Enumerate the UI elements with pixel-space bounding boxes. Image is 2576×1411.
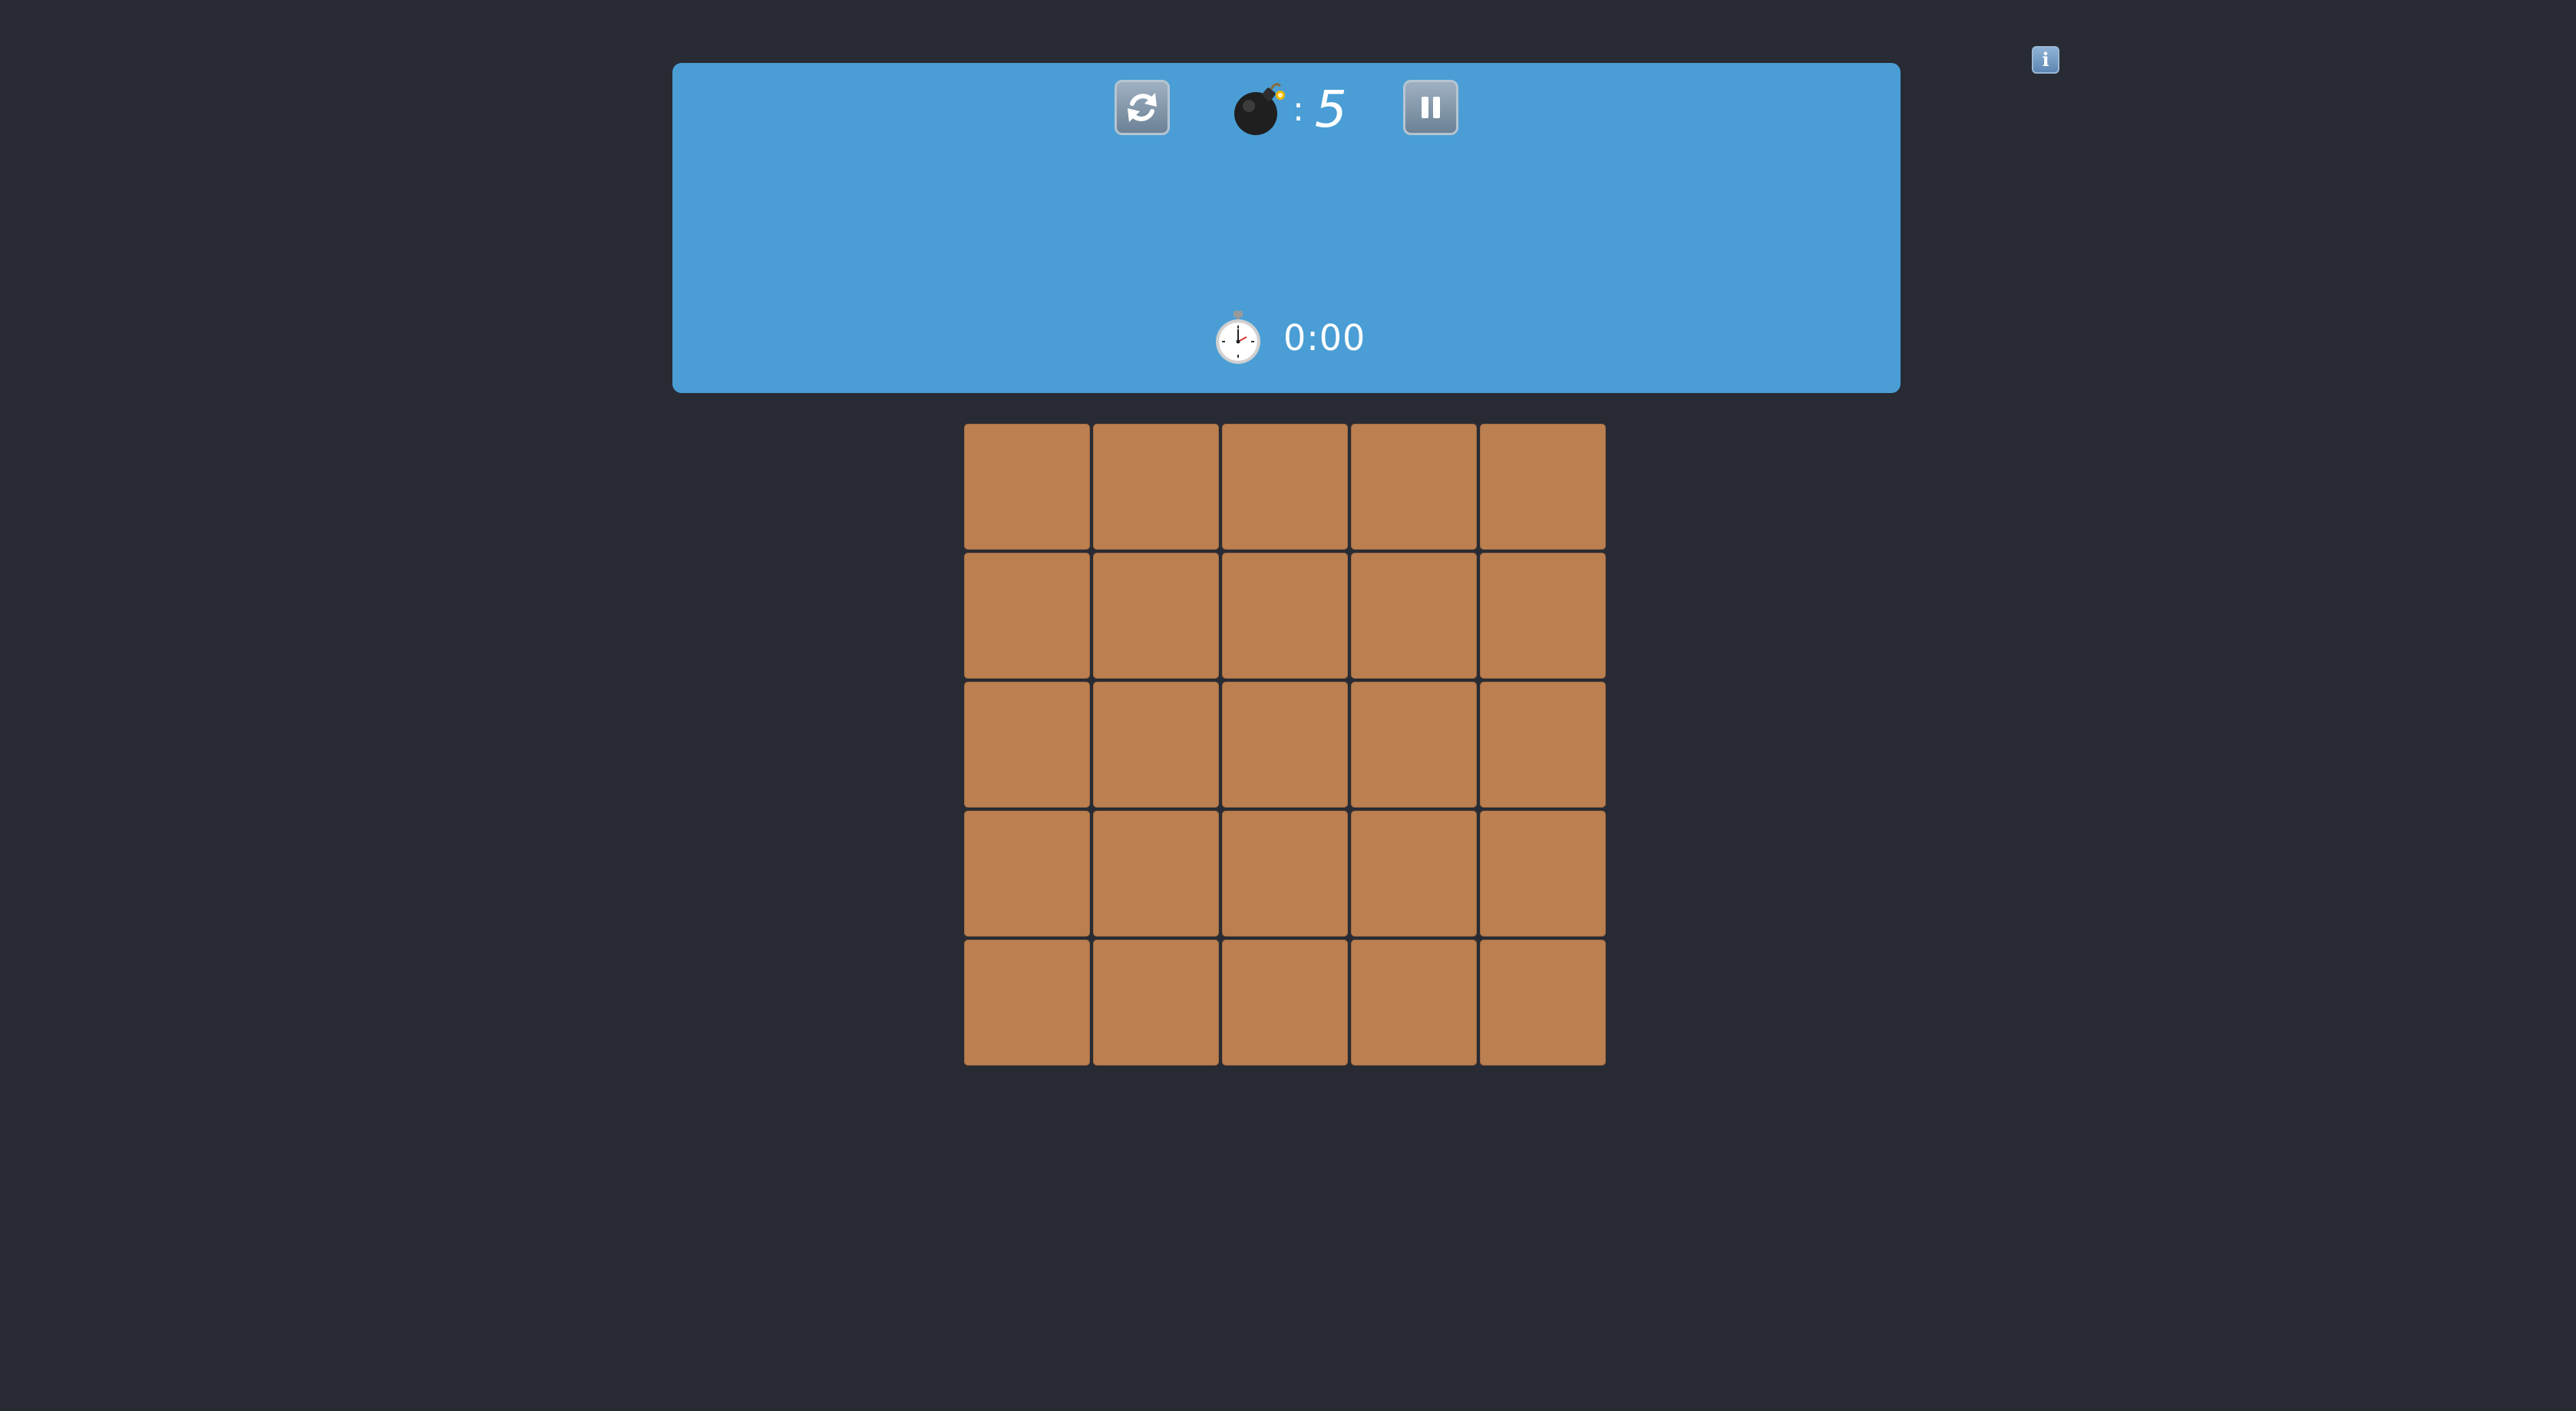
board-cell-r5-c3[interactable] [1222, 940, 1348, 1066]
board-cell-r2-c5[interactable] [1480, 553, 1606, 679]
board-cell-r3-c2[interactable] [1093, 682, 1219, 808]
board-cell-r3-c1[interactable] [964, 682, 1090, 808]
board-cell-r2-c3[interactable] [1222, 553, 1348, 679]
timer: 0:00 [1211, 307, 1366, 368]
info-button[interactable]: i [2032, 46, 2059, 74]
board-cell-r2-c2[interactable] [1093, 553, 1219, 679]
pause-button[interactable] [1403, 80, 1458, 135]
restart-icon [1128, 93, 1157, 122]
mine-count: 5 [1314, 79, 1347, 139]
board-cell-r4-c2[interactable] [1093, 811, 1219, 937]
board-cell-r1-c5[interactable] [1480, 424, 1606, 550]
board-cell-r1-c1[interactable] [964, 424, 1090, 550]
mine-counter-label: : [1293, 89, 1304, 129]
game-page: i : 5 0:00 [0, 0, 2576, 1411]
board-cell-r3-c3[interactable] [1222, 682, 1348, 808]
board-cell-r4-c4[interactable] [1351, 811, 1477, 937]
board-cell-r5-c5[interactable] [1480, 940, 1606, 1066]
bomb-icon [1234, 83, 1285, 135]
board-cell-r2-c4[interactable] [1351, 553, 1477, 679]
info-icon: i [2042, 48, 2049, 71]
board-cell-r3-c4[interactable] [1351, 682, 1477, 808]
board-cell-r1-c2[interactable] [1093, 424, 1219, 550]
minefield-board [964, 424, 1609, 1069]
board-cell-r1-c3[interactable] [1222, 424, 1348, 550]
board-cell-r3-c5[interactable] [1480, 682, 1606, 808]
pause-icon [1422, 97, 1440, 118]
board-cell-r1-c4[interactable] [1351, 424, 1477, 550]
header-panel: : 5 0:00 [672, 63, 1901, 393]
restart-button[interactable] [1115, 80, 1170, 135]
board-cell-r5-c1[interactable] [964, 940, 1090, 1066]
board-cell-r5-c4[interactable] [1351, 940, 1477, 1066]
board-cell-r4-c5[interactable] [1480, 811, 1606, 937]
board-cell-r4-c1[interactable] [964, 811, 1090, 937]
board-cell-r2-c1[interactable] [964, 553, 1090, 679]
stopwatch-icon [1216, 311, 1260, 364]
mine-counter: : 5 [1230, 78, 1347, 140]
timer-value: 0:00 [1283, 317, 1366, 359]
board-cell-r4-c3[interactable] [1222, 811, 1348, 937]
board-cell-r5-c2[interactable] [1093, 940, 1219, 1066]
